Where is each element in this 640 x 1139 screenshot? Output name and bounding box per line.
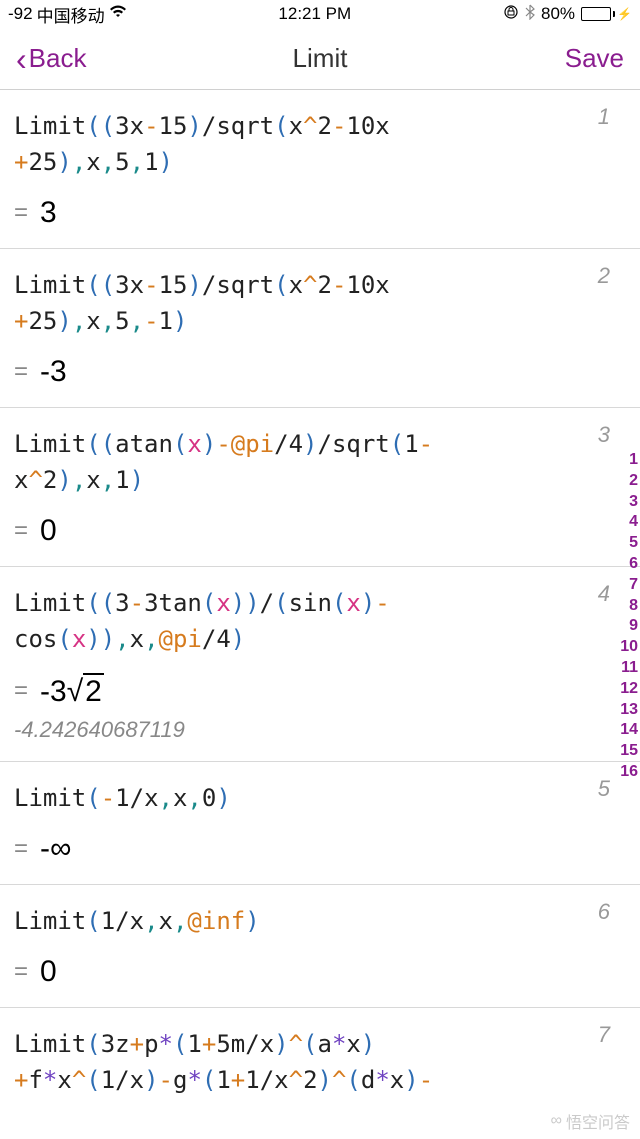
entry-number: 1: [598, 104, 610, 130]
result: =-3: [14, 355, 626, 389]
index-item[interactable]: 10: [620, 637, 638, 658]
index-item[interactable]: 9: [620, 616, 638, 637]
result: =0: [14, 514, 626, 548]
status-right: 80% ⚡: [503, 4, 632, 25]
index-item[interactable]: 13: [620, 700, 638, 721]
entries-list[interactable]: 1Limit((3x-15)/sqrt(x^2-10x+25),x,5,1)=3…: [0, 90, 640, 1116]
status-time: 12:21 PM: [278, 4, 351, 24]
expression[interactable]: Limit(1/x,x,@inf): [14, 903, 626, 939]
back-label: Back: [29, 43, 87, 74]
expression[interactable]: Limit((3x-15)/sqrt(x^2-10x+25),x,5,-1): [14, 267, 626, 339]
index-item[interactable]: 7: [620, 575, 638, 596]
entry-number: 3: [598, 422, 610, 448]
entry-row[interactable]: 7Limit(3z+p*(1+5m/x)^(a*x)+f*x^(1/x)-g*(…: [0, 1008, 640, 1116]
index-item[interactable]: 12: [620, 679, 638, 700]
battery-icon: ⚡: [581, 7, 632, 21]
nav-bar: ‹ Back Limit Save: [0, 28, 640, 90]
index-item[interactable]: 11: [620, 658, 638, 679]
result: =-∞: [14, 832, 626, 866]
index-item[interactable]: 3: [620, 492, 638, 513]
result: =-3√2: [14, 673, 626, 709]
entry-row[interactable]: 6Limit(1/x,x,@inf) =0: [0, 885, 640, 1008]
save-button[interactable]: Save: [565, 43, 624, 74]
expression[interactable]: Limit(-1/x,x,0): [14, 780, 626, 816]
bluetooth-icon: [525, 4, 535, 25]
result: =0: [14, 955, 626, 989]
signal-strength: -92: [8, 4, 33, 24]
entry-row[interactable]: 4Limit((3-3tan(x))/(sin(x)-cos(x)),x,@pi…: [0, 567, 640, 762]
entry-number: 7: [598, 1022, 610, 1048]
index-item[interactable]: 14: [620, 720, 638, 741]
entry-row[interactable]: 1Limit((3x-15)/sqrt(x^2-10x+25),x,5,1) =3: [0, 90, 640, 249]
index-scrubber[interactable]: 12345678910111213141516: [620, 450, 638, 783]
expression[interactable]: Limit((atan(x)-@pi/4)/sqrt(1-x^2),x,1): [14, 426, 626, 498]
status-bar: -92 中国移动 12:21 PM 80% ⚡: [0, 0, 640, 28]
index-item[interactable]: 1: [620, 450, 638, 471]
watermark-text: 悟空问答: [566, 1109, 630, 1133]
back-button[interactable]: ‹ Back: [16, 43, 86, 75]
expression[interactable]: Limit(3z+p*(1+5m/x)^(a*x)+f*x^(1/x)-g*(1…: [14, 1026, 626, 1098]
wifi-icon: [109, 4, 127, 24]
status-left: -92 中国移动: [8, 2, 127, 27]
carrier-name: 中国移动: [37, 2, 105, 27]
index-item[interactable]: 4: [620, 512, 638, 533]
result: =3: [14, 196, 626, 230]
index-item[interactable]: 6: [620, 554, 638, 575]
expression[interactable]: Limit((3-3tan(x))/(sin(x)-cos(x)),x,@pi/…: [14, 585, 626, 657]
index-item[interactable]: 5: [620, 533, 638, 554]
entry-number: 5: [598, 776, 610, 802]
entry-row[interactable]: 2Limit((3x-15)/sqrt(x^2-10x+25),x,5,-1) =…: [0, 249, 640, 408]
chevron-left-icon: ‹: [16, 43, 27, 75]
watermark: ∞ 悟空问答: [551, 1109, 630, 1133]
index-item[interactable]: 8: [620, 596, 638, 617]
battery-percent: 80%: [541, 4, 575, 24]
index-item[interactable]: 2: [620, 471, 638, 492]
result-approx: -4.242640687119: [14, 717, 626, 743]
entry-number: 2: [598, 263, 610, 289]
entry-number: 4: [598, 581, 610, 607]
index-item[interactable]: 15: [620, 741, 638, 762]
entry-row[interactable]: 5Limit(-1/x,x,0) =-∞: [0, 762, 640, 885]
rotation-lock-icon: [503, 4, 519, 25]
expression[interactable]: Limit((3x-15)/sqrt(x^2-10x+25),x,5,1): [14, 108, 626, 180]
entry-number: 6: [598, 899, 610, 925]
watermark-icon: ∞: [551, 1112, 562, 1130]
page-title: Limit: [293, 43, 348, 74]
index-item[interactable]: 16: [620, 762, 638, 783]
entry-row[interactable]: 3Limit((atan(x)-@pi/4)/sqrt(1-x^2),x,1) =…: [0, 408, 640, 567]
